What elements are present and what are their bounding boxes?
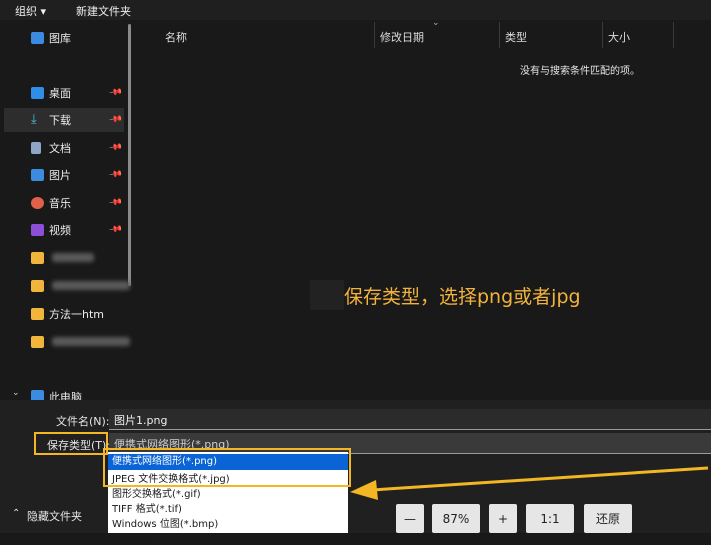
desktop-icon [31,87,44,99]
redacted-label [52,281,130,290]
download-icon: ⤓ [31,112,37,127]
sort-chevron-icon: ⌄ [432,18,440,28]
column-header-size[interactable]: 大小 [608,29,630,45]
video-icon [31,224,44,236]
sidebar-item-downloads[interactable]: ⤓ 下载 📌 [4,108,124,132]
annotation-text: 保存类型，选择png或者jpg [344,285,581,308]
sidebar-item-music[interactable]: 音乐 📌 [4,191,124,215]
music-icon [31,197,44,209]
empty-results-message: 没有与搜索条件匹配的项。 [520,66,640,77]
folder-icon [31,280,44,292]
column-divider[interactable] [673,22,674,48]
column-divider[interactable] [374,22,375,48]
column-divider[interactable] [499,22,500,48]
sidebar-item-videos[interactable]: 视频 📌 [4,218,124,242]
document-icon [31,142,41,154]
sidebar-item-desktop[interactable]: 桌面 📌 [4,81,124,105]
computer-icon [31,390,44,400]
sidebar-item-folder[interactable] [4,330,130,354]
column-header-name[interactable]: 名称 [165,29,187,45]
sidebar-item-label: 视频 [49,224,71,237]
options-highlight [103,448,351,487]
new-folder-button[interactable]: 新建文件夹 [76,3,131,19]
sidebar-item-label: 图库 [49,32,71,45]
redacted-label [52,337,130,346]
sidebar-item-folder[interactable] [4,274,130,298]
sidebar-item-this-pc[interactable]: ⌄ 此电脑 [4,386,124,400]
sidebar-item-documents[interactable]: 文档 📌 [4,136,124,160]
sidebar-scrollbar[interactable] [128,24,131,286]
pin-icon[interactable]: 📌 [108,168,123,183]
filetype-option-svg[interactable]: 可缩放矢量图形(*.svg) [112,530,215,545]
tutorial-annotation: 保存类型，选择png或者jpg [310,280,581,310]
redacted-label [52,253,94,262]
filetype-option-tif[interactable]: TIFF 格式(*.tif) [112,500,182,515]
zoom-in-button[interactable]: + [489,504,517,533]
annotation-arrow [350,466,709,500]
pin-icon[interactable]: 📌 [108,86,123,101]
pictures-icon [31,169,44,181]
column-divider[interactable] [602,22,603,48]
sidebar-item-gallery[interactable]: 图库 [4,26,124,50]
restore-button[interactable]: 还原 [584,504,632,533]
folder-icon [31,252,44,264]
sidebar-item-label: 方法一htm [49,308,104,321]
actual-size-button[interactable]: 1:1 [526,504,574,533]
pin-icon[interactable]: 📌 [108,196,123,211]
sidebar-item-label: 音乐 [49,197,71,210]
sidebar-item-label: 桌面 [49,87,71,100]
filetype-option-gif[interactable]: 图形交换格式(*.gif) [112,485,201,500]
sidebar-item-folder[interactable] [4,246,124,270]
pin-icon[interactable]: 📌 [108,223,123,238]
chevron-down-icon[interactable]: ⌄ [12,388,20,398]
sidebar-item-label: 文档 [49,142,71,155]
hide-folders-toggle[interactable]: 隐藏文件夹 [27,508,82,524]
sidebar-item-label: 图片 [49,169,71,182]
filename-input[interactable]: 图片1.png [109,409,711,430]
pin-icon[interactable]: 📌 [108,113,123,128]
filetype-option-bmp[interactable]: Windows 位图(*.bmp) [112,515,218,530]
sidebar-item-label: 下载 [49,114,71,127]
chevron-up-icon[interactable]: ⌃ [12,508,20,519]
arrow-head [350,480,378,500]
zoom-percent: 87% [432,504,480,533]
sidebar-item-label: 此电脑 [49,391,82,400]
folder-icon [31,308,44,320]
annotation-backdrop [310,280,344,310]
sidebar-item-pictures[interactable]: 图片 📌 [4,163,124,187]
pin-icon[interactable]: 📌 [108,141,123,156]
arrow-shaft [371,466,709,492]
filetype-label: 保存类型(T): [47,439,111,452]
folder-icon [31,336,44,348]
zoom-out-button[interactable]: — [396,504,424,533]
gallery-icon [31,32,44,44]
filename-value: 图片1.png [114,414,168,427]
sidebar-item-folder-method[interactable]: 方法一htm [4,302,124,326]
column-header-modified[interactable]: 修改日期 [380,29,424,45]
column-header-type[interactable]: 类型 [505,29,527,45]
toolbar: 组织 ▾ 新建文件夹 [0,0,711,20]
organize-menu[interactable]: 组织 ▾ [15,3,46,19]
filename-label: 文件名(N): [56,415,110,428]
